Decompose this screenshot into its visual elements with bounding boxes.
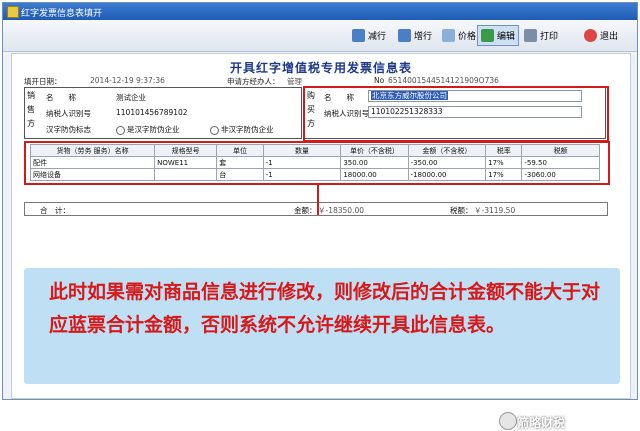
cell-price[interactable]: 350.00: [340, 156, 409, 169]
watermark-text: 箭略财税: [517, 416, 566, 430]
col-header: 规格型号: [154, 144, 218, 157]
buyer-vertical-label: 购 买 方: [307, 91, 315, 128]
form-title: 开具红字增值税专用发票信息表: [229, 61, 412, 75]
cell-spec[interactable]: NOWE11: [154, 156, 218, 169]
buyer-name-input[interactable]: 北京东方威尔股份公司: [368, 90, 582, 102]
goods-table: 货物（劳务 服务）名称 规格型号 单位 数量 单价（不含税） 金额（不含税） 税…: [29, 144, 600, 181]
toolbar: 减行 增行 价格 编辑 打印 退出: [3, 20, 637, 52]
app-icon: [7, 6, 19, 18]
anticounterfeit-label: 汉字防伪标志: [46, 125, 91, 134]
col-header: 税额: [521, 144, 600, 157]
seller-taxid-value: 110101456789102: [116, 108, 188, 117]
cell-tax[interactable]: -59.50: [521, 156, 600, 169]
amount-value: ￥-18350.00: [318, 206, 364, 215]
buyer-taxid-label: 纳税人识别号: [324, 109, 369, 118]
print-button[interactable]: 打印: [521, 25, 561, 46]
operator-value: 管理: [287, 77, 302, 86]
buyer-taxid-input[interactable]: 110102251328333: [368, 106, 582, 118]
date-value: 2014-12-19 9:37:36: [90, 76, 165, 85]
price-button[interactable]: 价格: [439, 25, 479, 46]
invoice-form: 开具红字增值税专用发票信息表 填开日期： 2014-12-19 9:37:36 …: [11, 53, 631, 430]
buyer-name-label: 名 称: [324, 93, 354, 102]
cell-unit[interactable]: 台: [216, 168, 264, 181]
seller-name-label: 名 称: [46, 93, 76, 102]
col-header: 单价（不含税）: [340, 144, 409, 157]
cell-rate[interactable]: 17%: [485, 156, 523, 169]
col-header: 金额（不含税）: [407, 144, 487, 157]
add-row-icon: [398, 29, 411, 42]
radio-icon: [116, 125, 125, 135]
operator-label: 申请方经办人：: [227, 77, 280, 86]
cell-qty[interactable]: -1: [262, 156, 342, 169]
invoice-window: 红字发票信息表填开 减行 增行 价格 编辑 打印 退出 开具红字增值税专用发票信…: [2, 2, 638, 430]
edit-icon: [481, 29, 494, 42]
annotation-text: 此时如果需对商品信息进行修改，则修改后的合计金额不能大于对应蓝票合计金额，否则系…: [49, 281, 601, 336]
wechat-logo-icon: [499, 412, 517, 430]
cell-name[interactable]: 网络设备: [29, 168, 156, 181]
anticounterfeit-no-option[interactable]: 非汉字防伪企业: [210, 124, 274, 135]
seller-vertical-label: 销 售 方: [27, 91, 35, 128]
col-header: 货物（劳务 服务）名称: [29, 144, 156, 157]
cell-tax[interactable]: -3060.00: [521, 168, 600, 181]
col-header: 单位: [216, 144, 264, 157]
arrow-line: [317, 185, 319, 215]
col-header: 数量: [262, 144, 342, 157]
number-label: No: [374, 76, 385, 85]
power-icon: [584, 29, 597, 42]
cell-spec[interactable]: [154, 168, 218, 181]
cell-name[interactable]: 配件: [29, 156, 156, 169]
table-row[interactable]: 配件 NOWE11 套 -1 350.00 -350.00 17% -59.50: [29, 156, 600, 169]
radio-icon: [210, 125, 219, 135]
cell-rate[interactable]: 17%: [485, 168, 523, 181]
cell-price[interactable]: 18000.00: [340, 168, 409, 181]
seller-taxid-label: 纳税人识别号: [46, 109, 91, 118]
amount-label: 金额：: [294, 206, 317, 215]
goods-header-row: 货物（劳务 服务）名称 规格型号 单位 数量 单价（不含税） 金额（不含税） 税…: [29, 144, 600, 157]
annotation-callout: 此时如果需对商品信息进行修改，则修改后的合计金额不能大于对应蓝票合计金额，否则系…: [24, 268, 620, 384]
tax-label: 税额：: [450, 206, 473, 215]
date-label: 填开日期：: [24, 77, 62, 86]
anticounterfeit-yes-option[interactable]: 是汉字防伪企业: [116, 124, 180, 135]
add-row-button[interactable]: 增行: [395, 25, 435, 46]
number-value: 6514001544514121909O736: [388, 76, 499, 85]
totals-label: 合 计：: [40, 206, 70, 215]
exit-button[interactable]: 退出: [581, 25, 621, 46]
price-icon: [442, 29, 455, 42]
cell-amount[interactable]: -350.00: [407, 156, 487, 169]
table-row[interactable]: 网络设备 台 -1 18000.00 -18000.00 17% -3060.0…: [29, 168, 600, 181]
col-header: 税率: [485, 144, 523, 157]
window-title: 红字发票信息表填开: [21, 9, 103, 19]
remove-row-button[interactable]: 减行: [349, 25, 389, 46]
remove-row-icon: [352, 29, 365, 42]
tax-value: ￥-3119.50: [474, 206, 516, 215]
title-bar: 红字发票信息表填开: [3, 3, 637, 20]
printer-icon: [524, 29, 537, 42]
cell-amount[interactable]: -18000.00: [407, 168, 487, 181]
cell-unit[interactable]: 套: [216, 156, 264, 169]
seller-name-value: 测试企业: [116, 93, 146, 102]
edit-button[interactable]: 编辑: [477, 25, 520, 46]
cell-qty[interactable]: -1: [262, 168, 342, 181]
